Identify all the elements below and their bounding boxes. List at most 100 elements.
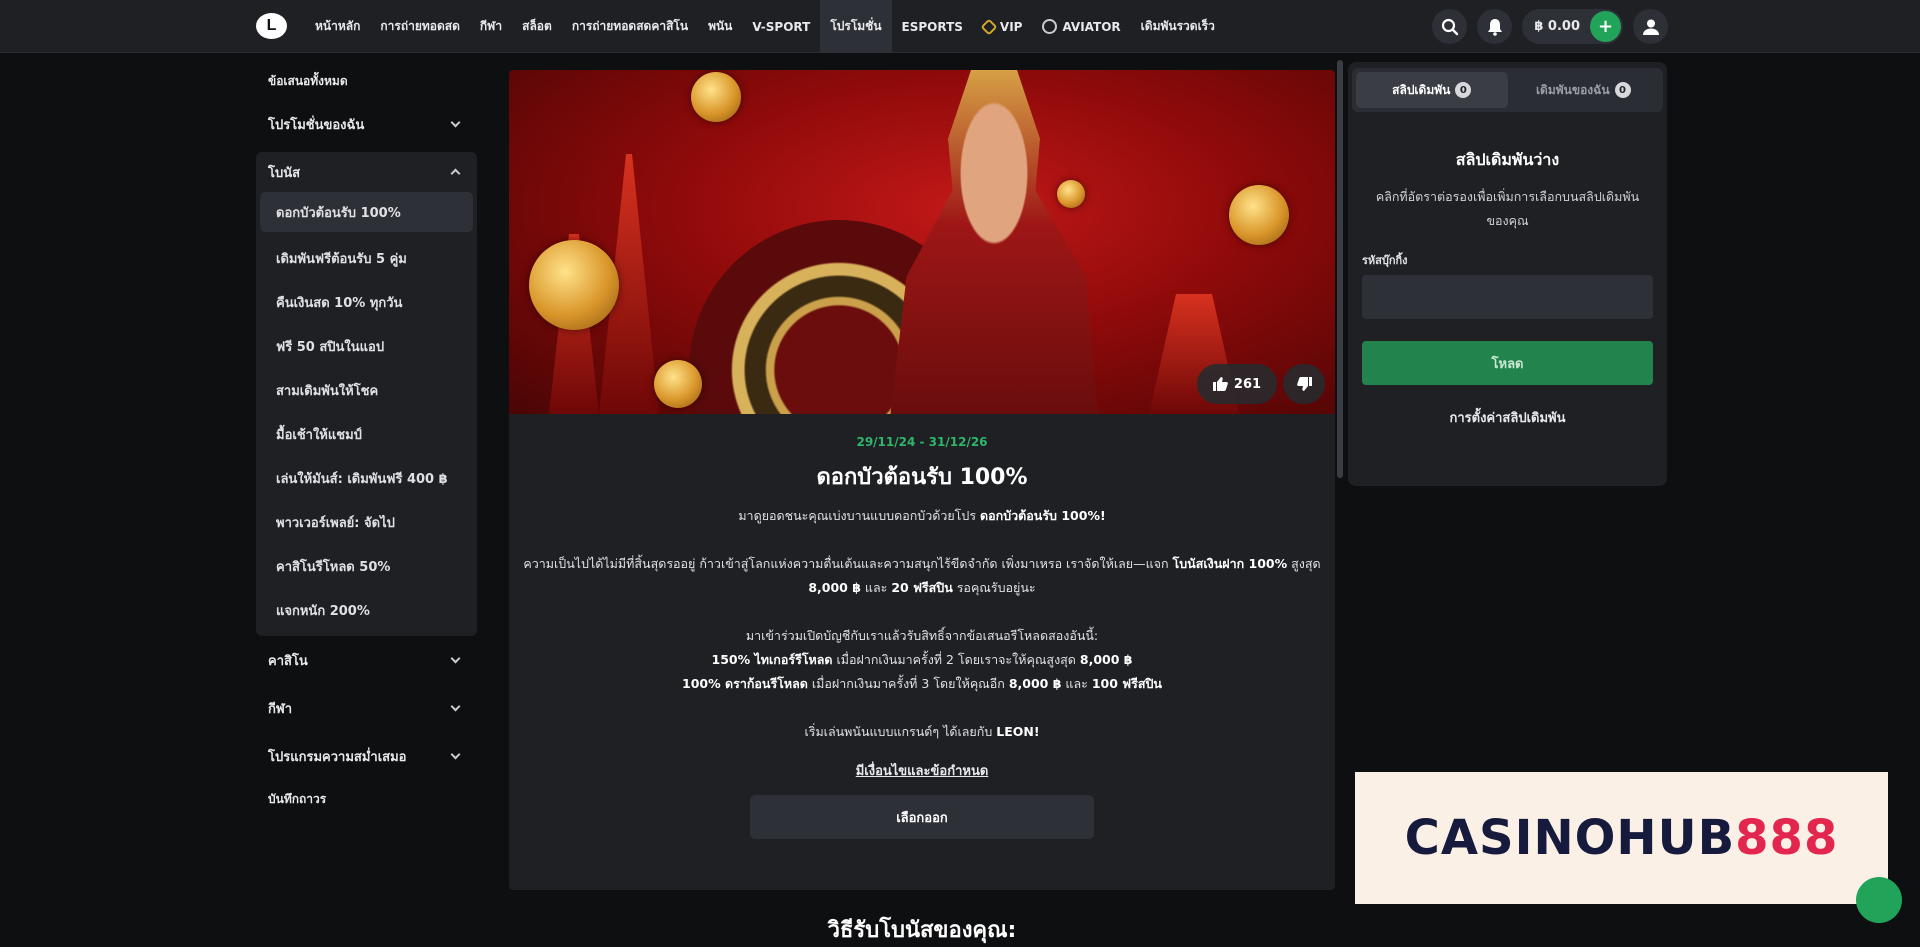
text: มาดูยอดชนะคุณเบ่งบานแบบดอกบัวด้วยโปร xyxy=(738,508,981,523)
thumbs-down-icon xyxy=(1296,377,1312,391)
chevron-down-icon xyxy=(450,701,461,712)
count-badge: 0 xyxy=(1614,82,1631,98)
user-icon xyxy=(1642,19,1659,35)
sidebar-bonus-group: โบนัส ดอกบัวต้อนรับ 100% เดิมพันฟรีต้อนร… xyxy=(256,152,477,636)
bell-icon xyxy=(1487,18,1502,36)
nav-label: VIP xyxy=(999,19,1023,34)
gold-coin xyxy=(654,360,702,408)
vip-crown-icon xyxy=(980,18,998,35)
nav-item-aviator[interactable]: AVIATOR xyxy=(1032,0,1130,53)
ad-number: 888 xyxy=(1735,810,1839,866)
sidebar-item-powerplay[interactable]: พาวเวอร์เพลย์: จัดไป xyxy=(260,500,473,544)
tab-betslip[interactable]: สลิปเดิมพัน 0 xyxy=(1356,72,1508,108)
nav-item-slots[interactable]: สล็อต xyxy=(512,0,562,53)
booking-code-input[interactable] xyxy=(1362,275,1653,319)
sidebar-item-free-spins-app[interactable]: ฟรี 50 สปินในแอป xyxy=(260,324,473,368)
promo-intro: มาดูยอดชนะคุณเบ่งบานแบบดอกบัวด้วยโปร ดอก… xyxy=(523,504,1321,528)
sidebar-bonus-header[interactable]: โบนัส xyxy=(256,152,477,192)
sidebar-archive[interactable]: บันทึกถาวร xyxy=(256,780,477,818)
text-bold: 100% ดราก้อนรีโหลด xyxy=(682,676,808,691)
text: สูงสุด xyxy=(1287,556,1321,571)
promo-title: ดอกบัวต้อนรับ 100% xyxy=(816,465,1028,490)
sidebar-item-lotus-welcome[interactable]: ดอกบัวต้อนรับ 100% xyxy=(260,192,473,232)
nav-item-live[interactable]: การถ่ายทอดสด xyxy=(370,0,470,53)
sidebar-item-casino-reload[interactable]: คาสิโนรีโหลด 50% xyxy=(260,544,473,588)
search-button[interactable] xyxy=(1432,9,1468,44)
nav-label: เดิมพันรวดเร็ว xyxy=(1140,19,1215,33)
nav-item-vsport[interactable]: V-SPORT xyxy=(742,0,820,53)
chevron-up-icon xyxy=(450,168,461,179)
ad-logo-text: CASINOHUB888 xyxy=(1405,810,1839,866)
sidebar-item-freebet-welcome[interactable]: เดิมพันฟรีต้อนรับ 5 คู่ม xyxy=(260,236,473,280)
promo-description: ความเป็นไปได้ไม่มีที่สิ้นสุดรออยู่ ก้าวเ… xyxy=(523,552,1321,600)
sidebar-my-promotions[interactable]: โปรโมชั่นของฉัน xyxy=(256,100,477,148)
text: เมื่อฝากเงินมาครั้งที่ 3 โดยให้คุณอีก xyxy=(807,676,1009,691)
nav-item-betting[interactable]: พนัน xyxy=(698,0,742,53)
like-button[interactable]: 261 xyxy=(1197,364,1277,404)
text-bold: 20 ฟรีสปิน xyxy=(891,580,953,595)
nav-label: V-SPORT xyxy=(752,19,811,34)
sidebar-item-three-bets[interactable]: สามเดิมพันให้โชค xyxy=(260,368,473,412)
nav-label: AVIATOR xyxy=(1062,19,1121,34)
choose-button[interactable]: เลือกออก xyxy=(750,795,1094,839)
nav-label: โปรโมชั่น xyxy=(830,19,882,33)
promo-content: 29/11/24 - 31/12/26 ดอกบัวต้อนรับ 100% ม… xyxy=(509,435,1335,839)
gold-coin xyxy=(1229,185,1289,245)
promo-date-range: 29/11/24 - 31/12/26 xyxy=(856,435,988,449)
promotions-sidebar: ข้อเสนอทั้งหมด โปรโมชั่นของฉัน โบนัส ดอก… xyxy=(256,62,477,818)
profile-button[interactable] xyxy=(1633,9,1668,44)
casinohub-ad-banner[interactable]: CASINOHUB888 xyxy=(1355,772,1888,904)
promo-reload-intro: มาเข้าร่วมเปิดบัญชีกับเราแล้วรับสิทธิ์จา… xyxy=(745,628,1099,643)
main-nav: หน้าหลัก การถ่ายทอดสด กีฬา สล็อต การถ่าย… xyxy=(305,0,1225,53)
load-button[interactable]: โหลด xyxy=(1362,341,1653,385)
sidebar-casino[interactable]: คาสิโน xyxy=(256,636,477,684)
nav-item-vip[interactable]: VIP xyxy=(973,0,1033,53)
betslip-settings-link[interactable]: การตั้งค่าสลิปเดิมพัน xyxy=(1348,407,1667,428)
notifications-button[interactable] xyxy=(1477,9,1513,44)
sidebar-item-champion-breakfast[interactable]: มื้อเช้าให้แชมป์ xyxy=(260,412,473,456)
booking-code-label: รหัสบุ๊กกิ้ง xyxy=(1362,254,1408,267)
tab-label: สลิปเดิมพัน xyxy=(1392,82,1451,97)
nav-item-home[interactable]: หน้าหลัก xyxy=(305,0,370,53)
sidebar-item-cashback[interactable]: คืนเงินสด 10% ทุกวัน xyxy=(260,280,473,324)
search-icon xyxy=(1441,18,1459,35)
sidebar-item-play-fun-freebet[interactable]: เล่นให้มันส์: เดิมพันฟรี 400 ฿ xyxy=(260,456,473,500)
deposit-plus-button[interactable]: + xyxy=(1590,11,1621,42)
sidebar-item-big-giveaway[interactable]: แจกหนัก 200% xyxy=(260,588,473,632)
sidebar-all-offers[interactable]: ข้อเสนอทั้งหมด xyxy=(256,62,477,100)
sidebar-loyalty[interactable]: โปรแกรมความสม่ำเสมอ xyxy=(256,732,477,780)
sidebar-sports[interactable]: กีฬา xyxy=(256,684,477,732)
thumbs-up-icon xyxy=(1212,377,1228,391)
nav-item-quick-bet[interactable]: เดิมพันรวดเร็ว xyxy=(1131,0,1225,53)
chevron-down-icon xyxy=(450,653,461,664)
nav-label: พนัน xyxy=(708,19,733,33)
scrollbar[interactable] xyxy=(1337,60,1343,478)
text-bold: 8,000 ฿ xyxy=(1079,652,1133,667)
nav-item-esports[interactable]: ESPORTS xyxy=(892,0,973,53)
top-navigation-bar: L หน้าหลัก การถ่ายทอดสด กีฬา สล็อต การถ่… xyxy=(0,0,1920,53)
sidebar-group-label: โบนัส xyxy=(268,165,301,181)
nav-label: หน้าหลัก xyxy=(315,19,361,33)
nav-label: ESPORTS xyxy=(901,19,963,34)
dislike-button[interactable] xyxy=(1283,364,1325,404)
promo-banner-image: 261 xyxy=(509,70,1335,414)
tab-my-bets[interactable]: เดิมพันของฉัน 0 xyxy=(1508,72,1660,108)
nav-label: การถ่ายทอดสด xyxy=(380,19,460,33)
nav-item-promotions[interactable]: โปรโมชั่น xyxy=(820,0,892,53)
gold-coin xyxy=(691,72,741,122)
leon-logo[interactable]: L xyxy=(256,13,287,39)
nav-item-sports[interactable]: กีฬา xyxy=(470,0,512,53)
betslip-empty-subtitle: คลิกที่อัตราต่อรองเพื่อเพิ่มการเลือกบนสล… xyxy=(1375,189,1640,228)
aviator-icon xyxy=(1042,19,1058,34)
how-to-claim-heading: วิธีรับโบนัสของคุณ: xyxy=(827,918,1017,943)
text: เมื่อฝากเงินมาครั้งที่ 2 โดยเราจะให้คุณส… xyxy=(832,652,1080,667)
text: และ xyxy=(1061,676,1092,691)
terms-link[interactable]: มีเงื่อนไขและข้อกำหนด xyxy=(523,760,1321,781)
nav-item-live-casino[interactable]: การถ่ายทอดสดคาสิโน xyxy=(562,0,698,53)
header-actions: ฿ 0.00 + xyxy=(1432,9,1668,44)
gold-coin xyxy=(529,240,619,330)
balance-pill[interactable]: ฿ 0.00 + xyxy=(1522,9,1623,44)
text-bold: ดอกบัวต้อนรับ 100%! xyxy=(980,508,1106,523)
text-bold: 100 ฟรีสปิน xyxy=(1091,676,1162,691)
chat-support-button[interactable] xyxy=(1856,877,1902,923)
